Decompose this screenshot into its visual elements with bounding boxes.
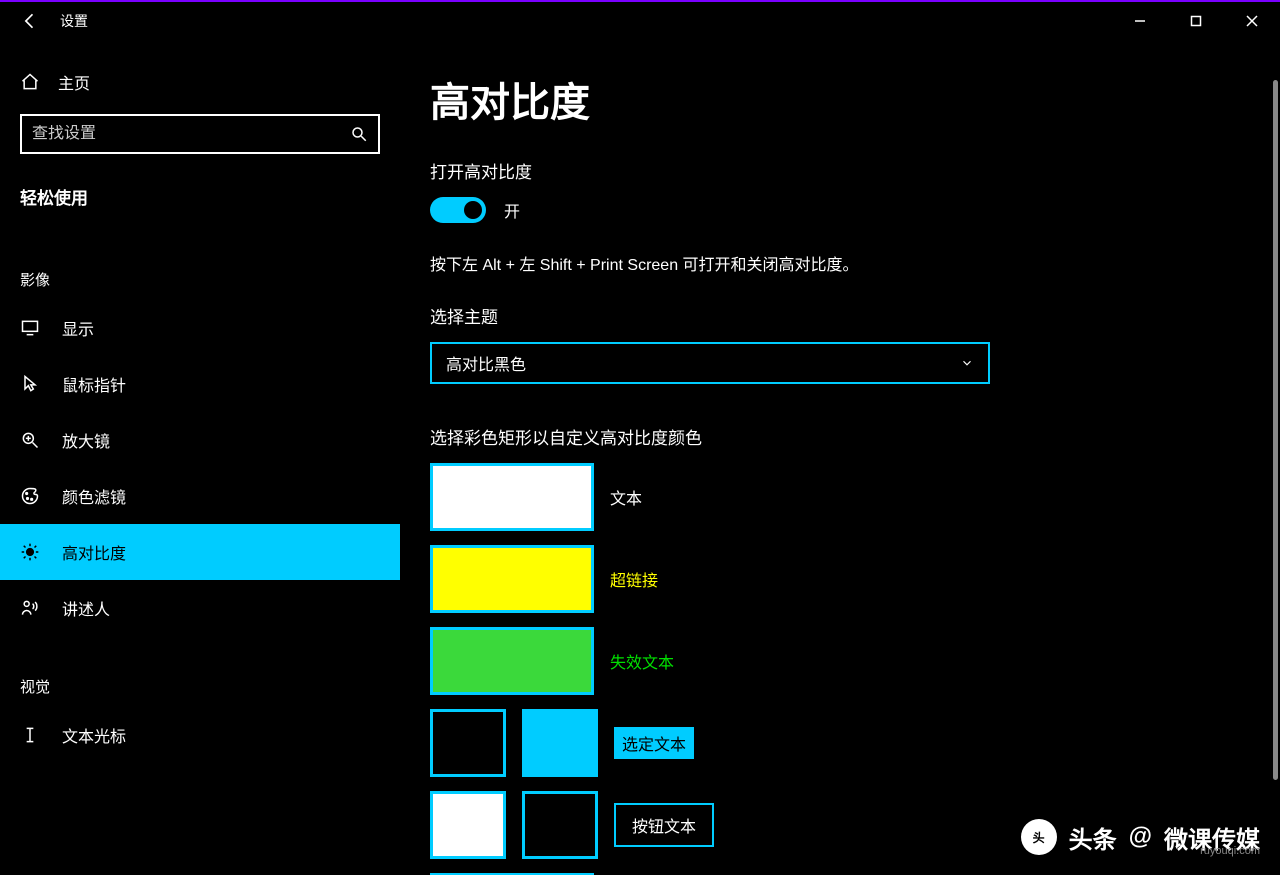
swatch-hyperlink[interactable] [430, 545, 594, 613]
group-label-vision: 影像 [0, 229, 400, 300]
caption-controls [1112, 2, 1280, 40]
swatch-disabled[interactable] [430, 627, 594, 695]
maximize-icon [1190, 15, 1202, 27]
swatch-selected-bg[interactable] [522, 709, 598, 777]
sidebar-item-label: 显示 [62, 316, 94, 340]
sidebar: 主页 轻松使用 影像 显示 鼠标指针 放大镜 [0, 40, 400, 875]
swatch-selected-fg[interactable] [430, 709, 506, 777]
theme-selected-value: 高对比黑色 [446, 351, 526, 375]
scrollbar-thumb[interactable] [1273, 80, 1278, 780]
color-row-disabled: 失效文本 [430, 627, 1250, 695]
home-link[interactable]: 主页 [0, 40, 400, 114]
swatch-label-text: 文本 [610, 485, 642, 509]
sidebar-item-label: 高对比度 [62, 540, 126, 564]
search-icon [350, 125, 368, 143]
toggle-knob [464, 201, 482, 219]
zoom-icon [20, 430, 40, 450]
home-icon [20, 72, 40, 92]
page-title: 高对比度 [430, 70, 1250, 128]
watermark-at: @ [1129, 823, 1152, 851]
sidebar-item-label: 颜色滤镜 [62, 484, 126, 508]
sidebar-item-magnifier[interactable]: 放大镜 [0, 412, 400, 468]
theme-label: 选择主题 [430, 303, 1250, 328]
palette-icon [20, 486, 40, 506]
minimize-icon [1134, 15, 1146, 27]
close-icon [1246, 15, 1258, 27]
category-label: 轻松使用 [0, 174, 400, 229]
swatch-button-bg[interactable] [522, 791, 598, 859]
toggle-label: 打开高对比度 [430, 158, 1250, 183]
group-label-visual: 视觉 [0, 636, 400, 707]
high-contrast-toggle[interactable] [430, 197, 486, 223]
back-button[interactable] [0, 2, 60, 40]
close-button[interactable] [1224, 2, 1280, 40]
sidebar-item-textcursor[interactable]: 文本光标 [0, 707, 400, 763]
scrollbar-track[interactable] [1266, 40, 1280, 875]
title-bar: 设置 [0, 2, 1280, 40]
swatch-label-hyperlink: 超链接 [610, 567, 658, 591]
search-wrap [0, 114, 400, 174]
swatch-label-button: 按钮文本 [614, 803, 714, 847]
swatch-label-disabled: 失效文本 [610, 649, 674, 673]
sidebar-item-narrator[interactable]: 讲述人 [0, 580, 400, 636]
swatch-section-label: 选择彩色矩形以自定义高对比度颜色 [430, 424, 1250, 449]
monitor-icon [20, 318, 40, 338]
sidebar-item-label: 鼠标指针 [62, 372, 126, 396]
text-cursor-icon [20, 725, 40, 745]
minimize-button[interactable] [1112, 2, 1168, 40]
toggle-state-text: 开 [504, 198, 520, 222]
window-title: 设置 [60, 11, 88, 31]
maximize-button[interactable] [1168, 2, 1224, 40]
narrator-icon [20, 598, 40, 618]
sidebar-item-cursor[interactable]: 鼠标指针 [0, 356, 400, 412]
sidebar-item-display[interactable]: 显示 [0, 300, 400, 356]
watermark: 头 头条 @ 微课传媒 ruyouqi.com [1021, 819, 1260, 855]
shortcut-hint: 按下左 Alt + 左 Shift + Print Screen 可打开和关闭高… [430, 251, 1250, 275]
body: 主页 轻松使用 影像 显示 鼠标指针 放大镜 [0, 40, 1280, 875]
toggle-row: 开 [430, 197, 1250, 223]
pointer-icon [20, 374, 40, 394]
sidebar-item-highcontrast[interactable]: 高对比度 [0, 524, 400, 580]
swatch-label-selected: 选定文本 [614, 727, 694, 759]
search-input[interactable] [32, 125, 350, 143]
watermark-prefix: 头条 [1069, 820, 1117, 855]
swatch-button-fg[interactable] [430, 791, 506, 859]
sidebar-item-label: 放大镜 [62, 428, 110, 452]
watermark-sub: ruyouqi.com [1200, 845, 1260, 857]
sun-icon [20, 542, 40, 562]
theme-select[interactable]: 高对比黑色 [430, 342, 990, 384]
sidebar-item-colorfilter[interactable]: 颜色滤镜 [0, 468, 400, 524]
color-row-hyperlink: 超链接 [430, 545, 1250, 613]
sidebar-item-label: 文本光标 [62, 723, 126, 747]
arrow-left-icon [20, 11, 40, 31]
watermark-logo-icon: 头 [1021, 819, 1057, 855]
content-area: 高对比度 打开高对比度 开 按下左 Alt + 左 Shift + Print … [400, 40, 1280, 875]
sidebar-item-label: 讲述人 [62, 596, 110, 620]
swatch-text[interactable] [430, 463, 594, 531]
color-row-selected: 选定文本 [430, 709, 1250, 777]
color-row-text: 文本 [430, 463, 1250, 531]
settings-window: 设置 主页 轻松使用 [0, 0, 1280, 875]
search-box[interactable] [20, 114, 380, 154]
home-label: 主页 [58, 70, 90, 94]
chevron-down-icon [960, 356, 974, 370]
